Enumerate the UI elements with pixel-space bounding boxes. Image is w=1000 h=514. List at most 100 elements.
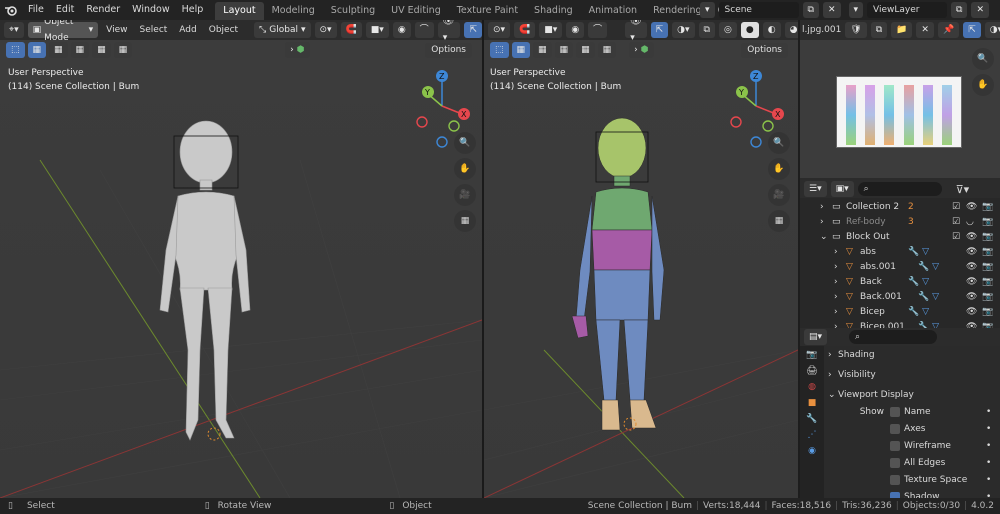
- pan-hand-icon-right[interactable]: ✋: [768, 158, 790, 180]
- visibility-eye-icon[interactable]: 👁: [966, 202, 977, 212]
- visibility-eye-icon[interactable]: 👁: [966, 277, 977, 287]
- menu-edit[interactable]: Edit: [50, 0, 80, 20]
- exclude-checkbox[interactable]: ☑: [952, 217, 960, 227]
- image-gizmo-icon[interactable]: ⇱: [963, 22, 981, 38]
- exclude-checkbox[interactable]: ☑: [952, 202, 960, 212]
- properties-editor-icon[interactable]: ▤▾: [804, 329, 828, 345]
- image-pan-icon[interactable]: ✋: [972, 74, 994, 96]
- menu-help[interactable]: Help: [176, 0, 210, 20]
- camera-icon[interactable]: 🎥: [454, 184, 476, 206]
- visibility-eye-icon[interactable]: ◡: [966, 217, 974, 227]
- expand-arrow-icon[interactable]: ›: [834, 262, 838, 272]
- image-zoom-icon[interactable]: 🔍: [972, 48, 994, 70]
- option-checkbox[interactable]: [890, 423, 900, 434]
- shading-panel-header[interactable]: › Shading: [828, 346, 996, 363]
- visibility-panel-header[interactable]: › Visibility: [828, 366, 996, 383]
- viewport-display-option[interactable]: All Edges •: [828, 454, 996, 471]
- keyframe-dot-icon[interactable]: •: [986, 458, 991, 468]
- menu-window[interactable]: Window: [126, 0, 175, 20]
- reference-image-editor[interactable]: 🔍 ✋: [800, 40, 1000, 178]
- tab-modeling[interactable]: Modeling: [264, 2, 323, 20]
- render-tab-icon[interactable]: 📷: [806, 350, 817, 360]
- tab-texture-paint[interactable]: Texture Paint: [449, 2, 526, 20]
- option-checkbox[interactable]: [890, 406, 900, 417]
- unlink-image-icon[interactable]: ✕: [916, 22, 934, 38]
- expand-arrow-icon[interactable]: ›: [834, 292, 838, 302]
- outliner-item[interactable]: › ▭ Collection 2 2 ☑ 👁 📷: [800, 199, 1000, 214]
- world-tab-icon[interactable]: ◍: [808, 382, 816, 392]
- new-scene-icon[interactable]: ⧉: [802, 2, 819, 18]
- zoom-icon[interactable]: 🔍: [454, 132, 476, 154]
- render-camera-icon[interactable]: 📷: [982, 277, 993, 287]
- expand-arrow-icon[interactable]: ›: [834, 307, 838, 317]
- new-image-icon[interactable]: ⧉: [870, 22, 888, 38]
- exclude-checkbox[interactable]: ☑: [952, 232, 960, 242]
- modifier-tab-icon[interactable]: 🔧: [806, 414, 817, 424]
- output-tab-icon[interactable]: 🖨: [806, 366, 817, 376]
- menu-file[interactable]: File: [22, 0, 50, 20]
- zoom-icon-right[interactable]: 🔍: [768, 132, 790, 154]
- viewport-display-option[interactable]: Axes •: [828, 420, 996, 437]
- viewport-right[interactable]: ⊙▾ 🧲 ■▾ ◉ ⌒ 👁▾ ⇱ ◑▾ ⧉ ◎ ● ◐ ◕ ▾ ⬚ ▦ ▦ ▦ …: [484, 20, 798, 498]
- render-camera-icon[interactable]: 📷: [982, 217, 993, 227]
- expand-arrow-icon[interactable]: ⌄: [820, 232, 828, 242]
- expand-arrow-icon[interactable]: ›: [834, 247, 838, 257]
- viewport-left[interactable]: ⌖▾ ▣ Object Mode ▾ View Select Add Object …: [0, 20, 482, 498]
- option-checkbox[interactable]: [890, 457, 900, 468]
- object-tab-icon[interactable]: ■: [808, 398, 817, 408]
- viewport-display-option[interactable]: Texture Space •: [828, 471, 996, 488]
- tab-sculpting[interactable]: Sculpting: [323, 2, 383, 20]
- image-name[interactable]: l.jpg.001: [802, 25, 841, 35]
- filter-icon[interactable]: ⊽▾: [956, 183, 970, 196]
- outliner-item[interactable]: › ▽ abs.001 🔧 ▽ 👁 📷: [800, 259, 1000, 274]
- keyframe-dot-icon[interactable]: •: [986, 441, 991, 451]
- perspective-grid-icon[interactable]: ▦: [454, 210, 476, 232]
- render-camera-icon[interactable]: 📷: [982, 232, 993, 242]
- keyframe-dot-icon[interactable]: •: [986, 424, 991, 434]
- outliner-search-input[interactable]: ⌕: [857, 182, 942, 196]
- view-layer-name[interactable]: ViewLayer: [867, 2, 948, 18]
- render-camera-icon[interactable]: 📷: [982, 307, 993, 317]
- fake-user-icon[interactable]: 🛡: [845, 22, 867, 38]
- outliner-item[interactable]: ⌄ ▭ Block Out ☑ 👁 📷: [800, 229, 1000, 244]
- scene-browse-icon[interactable]: ▾: [700, 2, 715, 18]
- render-camera-icon[interactable]: 📷: [982, 247, 993, 257]
- delete-viewlayer-icon[interactable]: ✕: [971, 2, 990, 18]
- tab-uv-editing[interactable]: UV Editing: [383, 2, 449, 20]
- tab-shading[interactable]: Shading: [526, 2, 581, 20]
- pan-hand-icon[interactable]: ✋: [454, 158, 476, 180]
- visibility-eye-icon[interactable]: 👁: [966, 292, 977, 302]
- tab-animation[interactable]: Animation: [581, 2, 645, 20]
- delete-scene-icon[interactable]: ✕: [822, 2, 841, 18]
- image-overlay-icon[interactable]: ◑▾: [984, 22, 1000, 38]
- outliner-item[interactable]: › ▽ Back.001 🔧 ▽ 👁 📷: [800, 289, 1000, 304]
- viewlayer-browse-icon[interactable]: ▾: [848, 2, 864, 18]
- pin-icon[interactable]: 📌: [937, 22, 960, 38]
- render-camera-icon[interactable]: 📷: [982, 292, 993, 302]
- keyframe-dot-icon[interactable]: •: [986, 407, 991, 417]
- expand-arrow-icon[interactable]: ›: [820, 217, 824, 227]
- outliner-display-mode-icon[interactable]: ▣▾: [830, 181, 854, 197]
- outliner-item[interactable]: › ▽ Back 🔧 ▽ 👁 📷: [800, 274, 1000, 289]
- outliner-item[interactable]: › ▭ Ref-body 3 ☑ ◡ 📷: [800, 214, 1000, 229]
- tab-layout[interactable]: Layout: [215, 2, 264, 20]
- camera-icon-right[interactable]: 🎥: [768, 184, 790, 206]
- render-camera-icon[interactable]: 📷: [982, 262, 993, 272]
- menu-render[interactable]: Render: [80, 0, 126, 20]
- visibility-eye-icon[interactable]: 👁: [966, 247, 977, 257]
- visibility-eye-icon[interactable]: 👁: [966, 262, 977, 272]
- viewport-display-option[interactable]: Wireframe •: [828, 437, 996, 454]
- expand-arrow-icon[interactable]: ›: [834, 277, 838, 287]
- expand-arrow-icon[interactable]: ›: [820, 202, 824, 212]
- outliner-item[interactable]: › ▽ Bicep 🔧 ▽ 👁 📷: [800, 304, 1000, 319]
- perspective-grid-icon-right[interactable]: ▦: [768, 210, 790, 232]
- option-checkbox[interactable]: [890, 440, 900, 451]
- render-camera-icon[interactable]: 📷: [982, 202, 993, 212]
- open-image-icon[interactable]: 📁: [891, 22, 913, 38]
- visibility-eye-icon[interactable]: 👁: [966, 307, 977, 317]
- scene-name[interactable]: Scene: [718, 2, 799, 18]
- new-viewlayer-icon[interactable]: ⧉: [951, 2, 968, 18]
- outliner-editor-icon[interactable]: ☰▾: [804, 181, 827, 197]
- option-checkbox[interactable]: [890, 474, 900, 485]
- properties-search-input[interactable]: ⌕: [849, 330, 938, 344]
